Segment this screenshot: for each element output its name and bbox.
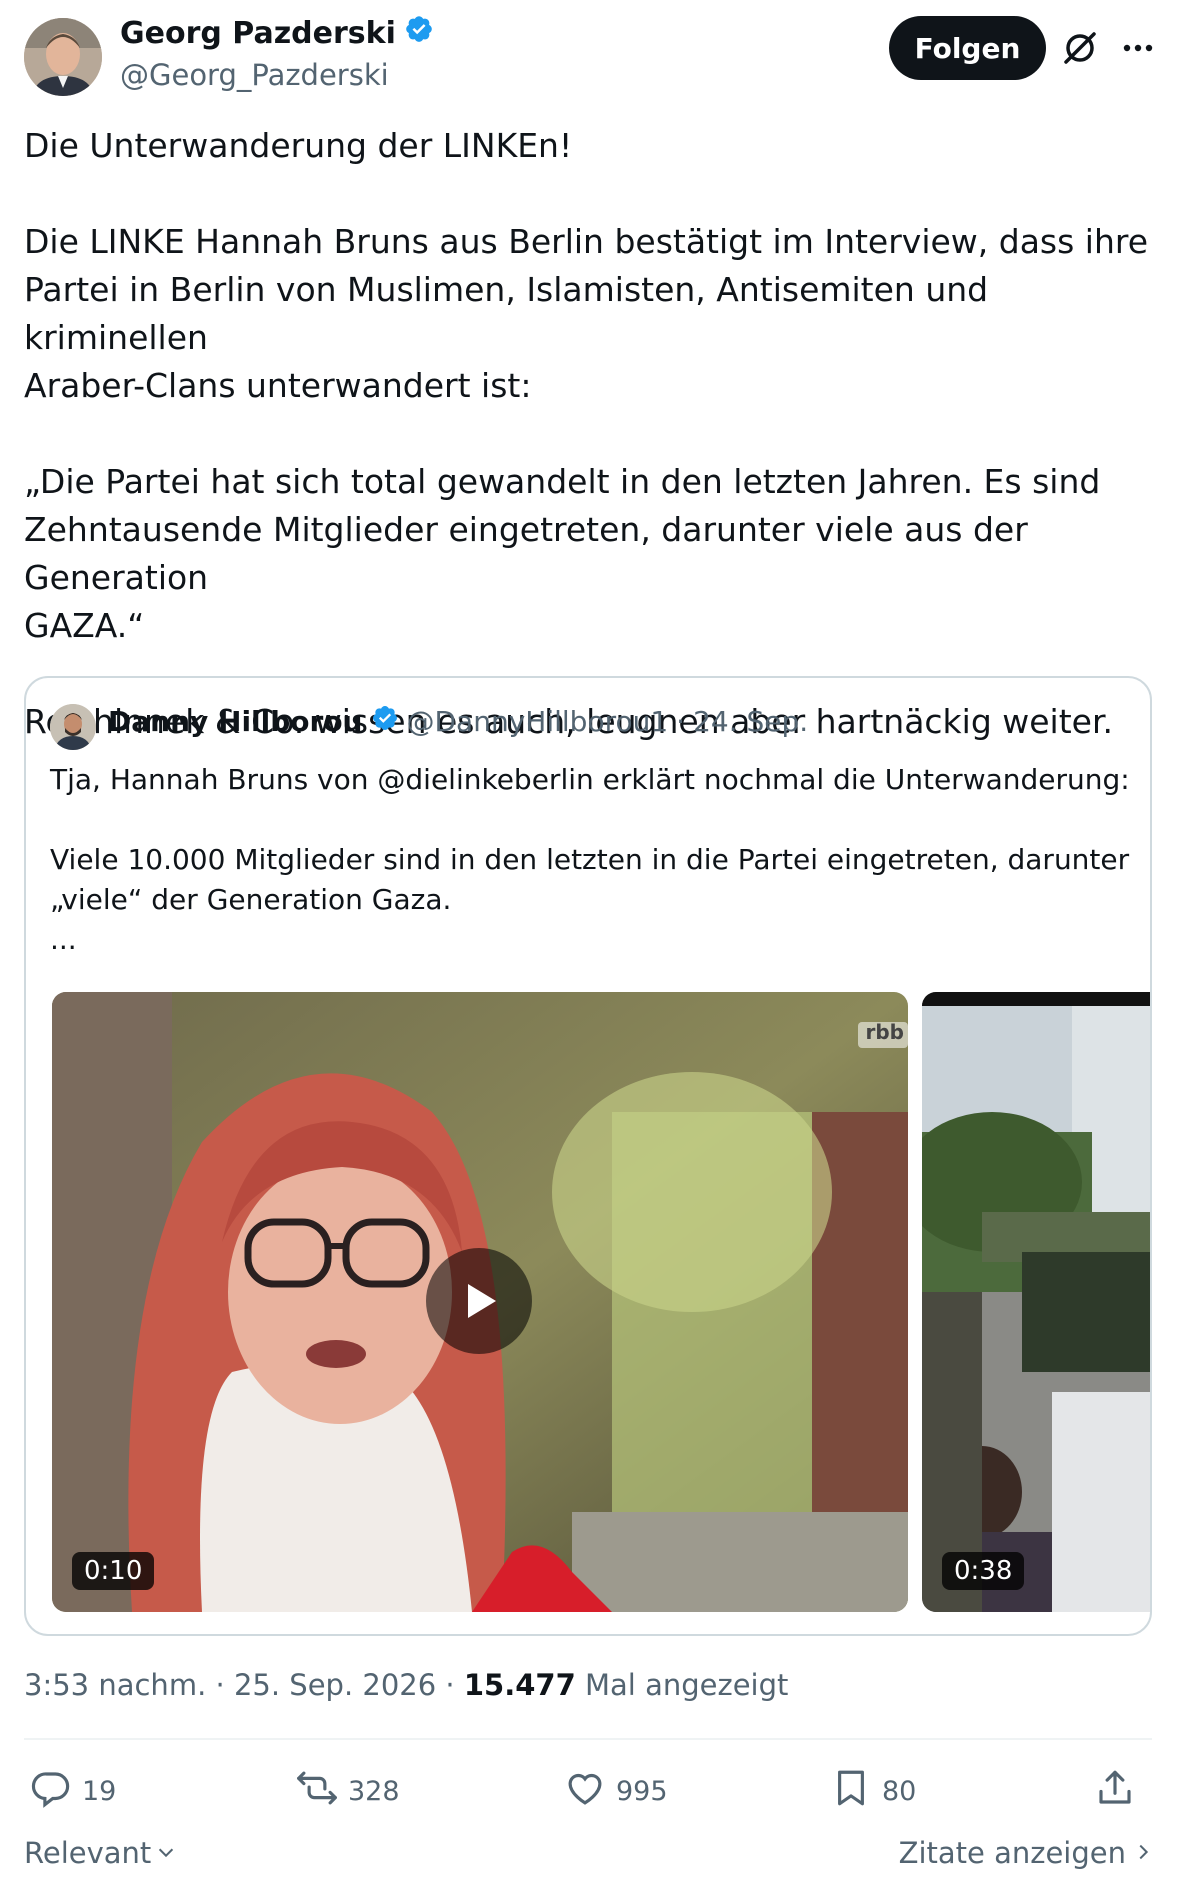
- heart-icon: [564, 1767, 606, 1816]
- quoted-post[interactable]: Danny Hillborou @DannyHillborou1 · 24. S…: [24, 676, 1152, 1636]
- sort-label: Relevant: [24, 1836, 152, 1870]
- post-time[interactable]: 3:53 nachm.: [24, 1668, 206, 1702]
- grok-icon[interactable]: [1060, 28, 1100, 68]
- post-date[interactable]: 25. Sep. 2026: [234, 1668, 436, 1702]
- post-paragraph: „Die Partei hat sich total gewandelt in …: [24, 462, 1101, 645]
- post-paragraph: Die Unterwanderung der LINKEn!: [24, 126, 573, 165]
- quoted-author-name[interactable]: Danny Hillborou: [108, 705, 363, 738]
- quoted-paragraph: Tja, Hannah Bruns von @dielinkeberlin er…: [50, 763, 1130, 796]
- post-text: Die Unterwanderung der LINKEn! Die LINKE…: [24, 122, 1164, 746]
- reply-count: 19: [82, 1775, 117, 1807]
- share-icon: [1094, 1767, 1136, 1816]
- follow-button[interactable]: Folgen: [889, 16, 1046, 80]
- post-paragraph: Die LINKE Hannah Bruns aus Berlin bestät…: [24, 222, 1149, 405]
- post-timestamp: 3:53 nachm. · 25. Sep. 2026 · 15.477 Mal…: [24, 1668, 788, 1702]
- author-handle[interactable]: @Georg_Pazderski: [120, 58, 389, 92]
- verified-badge-icon: [404, 14, 434, 52]
- verified-badge-icon: [371, 704, 399, 739]
- repost-count: 328: [348, 1775, 400, 1807]
- view-quotes-link[interactable]: Zitate anzeigen: [899, 1836, 1154, 1870]
- video-thumbnail-2[interactable]: 0:38: [922, 992, 1150, 1612]
- rbb-watermark: rbb: [865, 1020, 905, 1044]
- bookmark-count: 80: [882, 1775, 917, 1807]
- bookmark-button[interactable]: 80: [830, 1766, 916, 1816]
- meta-separator: ·: [445, 1668, 455, 1702]
- quoted-paragraph: Viele 10.000 Mitglieder sind in den letz…: [50, 843, 1130, 956]
- video-thumbnail-1[interactable]: rbb 0:10: [52, 992, 908, 1612]
- sort-dropdown[interactable]: Relevant: [24, 1836, 177, 1870]
- video-duration: 0:10: [72, 1552, 155, 1590]
- like-button[interactable]: 995: [564, 1766, 668, 1816]
- quoted-author-handle[interactable]: @DannyHillborou1: [407, 705, 669, 738]
- author-avatar[interactable]: [24, 18, 102, 96]
- meta-separator: ·: [215, 1668, 225, 1702]
- quoted-date[interactable]: 24. Sep.: [693, 705, 808, 738]
- repost-button[interactable]: 328: [296, 1766, 400, 1816]
- video-duration: 0:38: [942, 1552, 1025, 1590]
- view-count: 15.477: [463, 1668, 576, 1702]
- bookmark-icon: [830, 1767, 872, 1816]
- reply-icon: [30, 1767, 72, 1816]
- share-button[interactable]: [1094, 1766, 1136, 1816]
- quoted-header: Danny Hillborou @DannyHillborou1 · 24. S…: [108, 704, 808, 739]
- reply-button[interactable]: 19: [30, 1766, 116, 1816]
- view-label: Mal angezeigt: [585, 1668, 789, 1702]
- quoted-text: Tja, Hannah Bruns von @dielinkeberlin er…: [50, 760, 1130, 1000]
- play-icon[interactable]: [426, 1248, 532, 1354]
- repost-icon: [296, 1767, 338, 1816]
- quoted-author-avatar[interactable]: [50, 704, 96, 750]
- author-name-row[interactable]: Georg Pazderski: [120, 14, 434, 52]
- quotes-label: Zitate anzeigen: [898, 1836, 1126, 1870]
- like-count: 995: [616, 1775, 668, 1807]
- chevron-right-icon: [1132, 1836, 1154, 1870]
- chevron-down-icon: [155, 1836, 177, 1870]
- more-icon[interactable]: [1118, 28, 1158, 68]
- divider: [24, 1738, 1152, 1740]
- meta-separator: ·: [676, 705, 686, 738]
- author-name[interactable]: Georg Pazderski: [120, 16, 396, 51]
